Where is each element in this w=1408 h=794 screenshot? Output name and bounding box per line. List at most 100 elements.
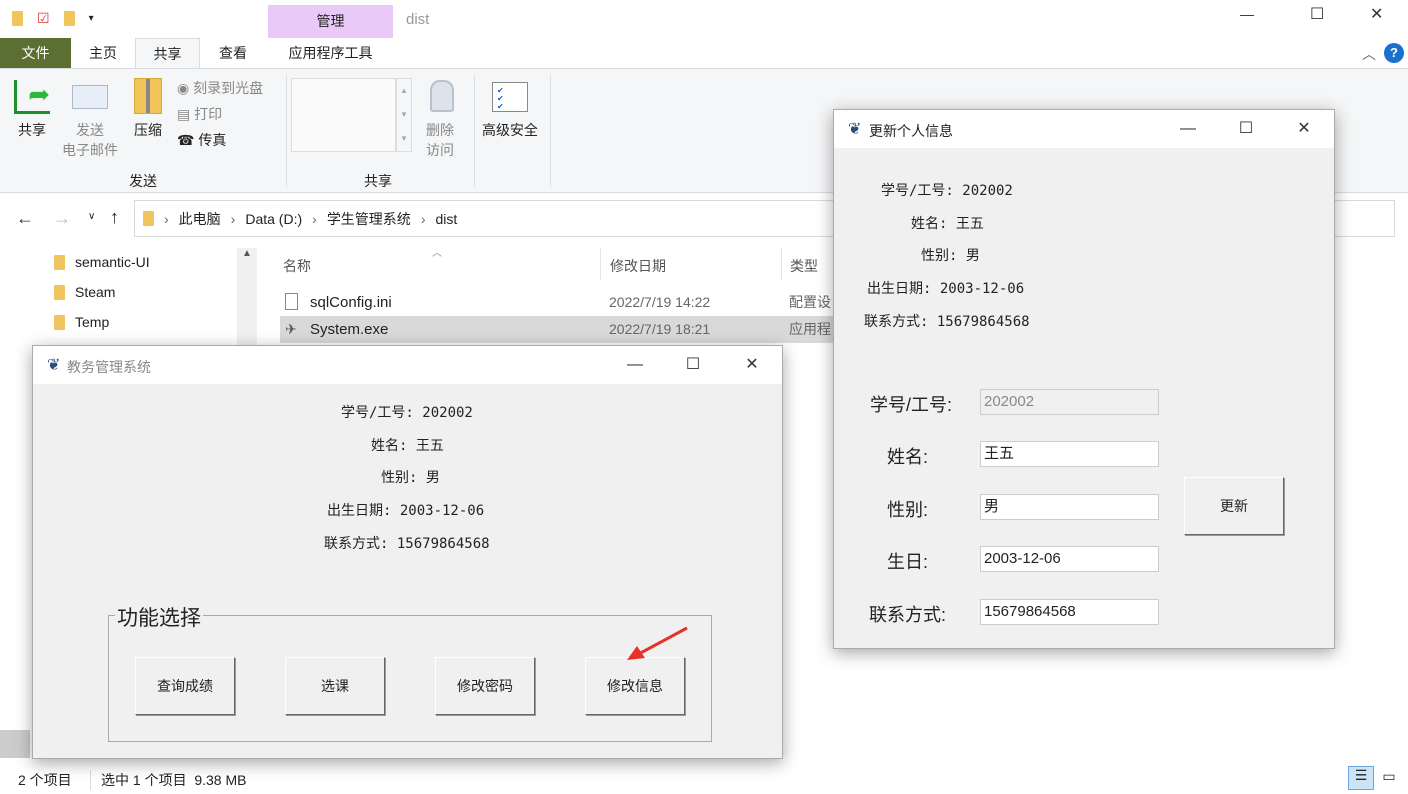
- up-button[interactable]: ↑: [110, 207, 119, 228]
- context-tab-header: 管理: [268, 5, 393, 38]
- window-title: dist: [406, 11, 430, 28]
- remove-access-button[interactable]: 删除 访问: [420, 120, 460, 160]
- send-email-button[interactable]: 发送 电子邮件: [58, 120, 122, 160]
- zip-button[interactable]: 压缩: [128, 120, 168, 140]
- help-icon[interactable]: ?: [1384, 43, 1404, 63]
- close-button[interactable]: ✕: [1275, 110, 1333, 148]
- zip-icon: [134, 78, 162, 114]
- nav-item[interactable]: Steam: [54, 284, 115, 300]
- info-contact: 联系方式: 15679864568: [864, 314, 1030, 330]
- file-row-selected[interactable]: ✈ System.exe 2022/7/19 18:21 应用程: [280, 316, 840, 343]
- student-id-label: 学号/工号:: [869, 395, 952, 415]
- maximize-button[interactable]: ☐: [664, 346, 722, 384]
- disc-icon: ◉: [177, 80, 190, 96]
- share-button[interactable]: 共享: [10, 120, 54, 140]
- minimize-button[interactable]: —: [606, 346, 664, 384]
- info-name: 姓名: 王五: [371, 438, 444, 454]
- name-field[interactable]: 王五: [980, 441, 1159, 467]
- group-send-label: 发送: [129, 173, 157, 189]
- divider: [286, 75, 287, 187]
- minimize-button[interactable]: —: [1159, 110, 1217, 148]
- file-type: 应用程: [789, 321, 831, 337]
- folder-icon: [143, 211, 154, 226]
- info-gender: 性别: 男: [381, 470, 440, 486]
- customize-dropdown-icon[interactable]: ▾: [89, 13, 94, 24]
- breadcrumb-item[interactable]: Data (D:): [245, 211, 302, 227]
- file-date: 2022/7/19 14:22: [609, 294, 711, 310]
- status-selected: 选中 1 个项目 9.38 MB: [90, 770, 246, 790]
- breadcrumb-item[interactable]: 此电脑: [179, 209, 221, 229]
- edit-info-button[interactable]: 修改信息: [585, 657, 685, 715]
- contact-label: 联系方式:: [868, 605, 946, 625]
- maximize-button[interactable]: ☐: [1217, 110, 1275, 148]
- feather-icon: ❦: [47, 357, 61, 374]
- recent-dropdown[interactable]: ∨: [88, 211, 95, 222]
- maximize-button[interactable]: ☐: [1310, 4, 1324, 24]
- nav-item-label: semantic-UI: [75, 254, 150, 270]
- share-list-scroll[interactable]: ▲ ▼ ▼: [396, 78, 412, 152]
- burn-label: 刻录到光盘: [193, 80, 264, 96]
- title-bar: ❦ 教务管理系统 — ☐ ✕: [33, 346, 782, 384]
- file-name: sqlConfig.ini: [310, 294, 392, 311]
- info-name: 姓名: 王五: [911, 216, 984, 232]
- contact-field[interactable]: 15679864568: [980, 599, 1159, 625]
- fax-button[interactable]: ☎ 传真: [177, 130, 226, 150]
- sort-indicator-icon: ︿: [432, 248, 442, 259]
- burn-disc-button[interactable]: ◉ 刻录到光盘: [177, 78, 263, 98]
- divider: [550, 75, 551, 187]
- remove-access-label-1: 删除: [426, 122, 454, 138]
- tab-view[interactable]: 查看: [200, 38, 266, 68]
- file-date: 2022/7/19 18:21: [609, 321, 711, 337]
- minimize-button[interactable]: —: [1240, 6, 1254, 22]
- close-button[interactable]: ✕: [1370, 4, 1383, 24]
- new-folder-icon[interactable]: [63, 11, 75, 26]
- details-view-button[interactable]: ☰: [1348, 766, 1374, 790]
- update-window: ❦ 更新个人信息 — ☐ ✕ 学号/工号: 202002 姓名: 王五 性别: …: [833, 109, 1335, 649]
- nav-scrollbar-thumb[interactable]: [0, 730, 30, 758]
- birthday-field[interactable]: 2003-12-06: [980, 546, 1159, 572]
- tab-home[interactable]: 主页: [71, 38, 135, 68]
- print-button[interactable]: ▤ 打印: [177, 104, 222, 124]
- query-grades-button[interactable]: 查询成绩: [135, 657, 235, 715]
- column-date[interactable]: 修改日期: [600, 248, 666, 280]
- large-icons-view-button[interactable]: ▭: [1379, 768, 1399, 788]
- gender-field[interactable]: 男: [980, 494, 1159, 520]
- select-course-button[interactable]: 选课: [285, 657, 385, 715]
- breadcrumb-item[interactable]: 学生管理系统: [327, 209, 411, 229]
- window-title: 更新个人信息: [869, 123, 953, 139]
- printer-icon: ▤: [177, 106, 191, 122]
- folder-icon: [54, 314, 65, 330]
- collapse-ribbon-icon[interactable]: ︿: [1362, 44, 1376, 64]
- properties-icon[interactable]: ☑: [37, 10, 50, 27]
- tab-app-tools[interactable]: 应用程序工具: [268, 38, 393, 68]
- close-button[interactable]: ✕: [723, 346, 781, 384]
- file-name: System.exe: [310, 321, 389, 338]
- advanced-security-button[interactable]: 高级安全: [476, 120, 544, 140]
- annotation-arrow: [627, 626, 688, 660]
- nav-item[interactable]: semantic-UI: [54, 254, 150, 270]
- info-contact: 联系方式: 15679864568: [324, 536, 490, 552]
- forward-button[interactable]: →: [53, 208, 71, 229]
- student-id-field: 202002: [980, 389, 1159, 415]
- column-name[interactable]: 名称: [283, 256, 311, 276]
- status-count: 2 个项目: [18, 772, 72, 788]
- remove-access-label-2: 访问: [426, 142, 454, 158]
- nav-item[interactable]: Temp: [54, 314, 109, 330]
- share-with-list[interactable]: [291, 78, 396, 152]
- column-type[interactable]: 类型: [781, 248, 818, 280]
- share-icon: ➦: [14, 80, 50, 114]
- breadcrumb-item[interactable]: dist: [435, 211, 457, 227]
- change-password-button[interactable]: 修改密码: [435, 657, 535, 715]
- title-bar: ❦ 更新个人信息 — ☐ ✕: [834, 110, 1334, 148]
- update-button[interactable]: 更新: [1184, 477, 1284, 535]
- lock-icon: [430, 80, 454, 112]
- file-row[interactable]: sqlConfig.ini 2022/7/19 14:22 配置设: [280, 290, 840, 315]
- tab-file[interactable]: 文件: [0, 38, 71, 68]
- email-icon: [72, 85, 108, 109]
- folder-icon: [12, 11, 23, 26]
- nav-item-label: Temp: [75, 314, 110, 330]
- tab-share[interactable]: 共享: [135, 38, 200, 69]
- back-button[interactable]: ←: [16, 208, 34, 229]
- name-label: 姓名:: [886, 447, 928, 467]
- info-birthdate: 出生日期: 2003-12-06: [327, 503, 485, 519]
